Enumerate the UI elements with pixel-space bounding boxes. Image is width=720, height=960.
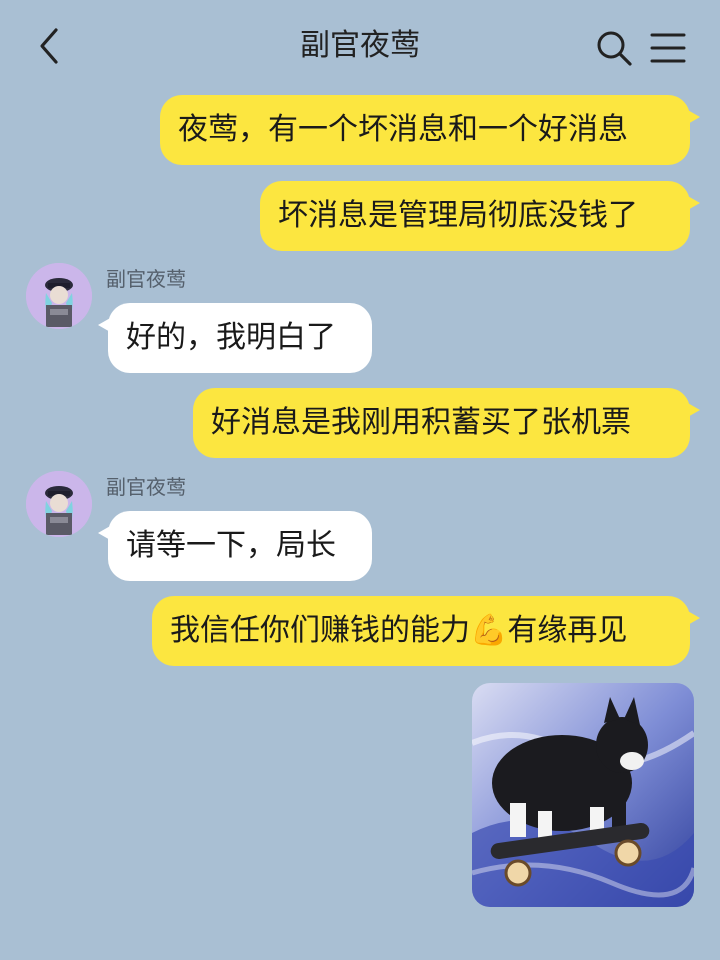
- menu-icon: [650, 33, 686, 63]
- outgoing-message-bubble[interactable]: 坏消息是管理局彻底没钱了: [260, 181, 700, 251]
- search-icon: [597, 31, 632, 66]
- chat-header: 副官夜莺: [0, 0, 720, 92]
- search-button[interactable]: [594, 28, 634, 68]
- menu-button[interactable]: [648, 30, 688, 66]
- cat-on-skateboard-sticker[interactable]: [472, 683, 694, 907]
- contact-avatar[interactable]: [26, 471, 92, 537]
- incoming-message-bubble[interactable]: 好的，我明白了: [98, 303, 372, 373]
- outgoing-message-bubble[interactable]: 夜莺，有一个坏消息和一个好消息: [160, 95, 700, 165]
- avatar-image: [26, 263, 92, 329]
- sender-name: 副官夜莺: [106, 267, 186, 291]
- contact-avatar[interactable]: [26, 263, 92, 329]
- outgoing-message-bubble[interactable]: 我信任你们赚钱的能力💪有缘再见: [152, 596, 700, 666]
- outgoing-message-bubble[interactable]: 好消息是我刚用积蓄买了张机票: [193, 388, 700, 458]
- cat-skateboard-image: [472, 683, 694, 907]
- incoming-message-bubble[interactable]: 请等一下，局长: [98, 511, 372, 581]
- avatar-image: [26, 471, 92, 537]
- sender-name: 副官夜莺: [106, 475, 186, 499]
